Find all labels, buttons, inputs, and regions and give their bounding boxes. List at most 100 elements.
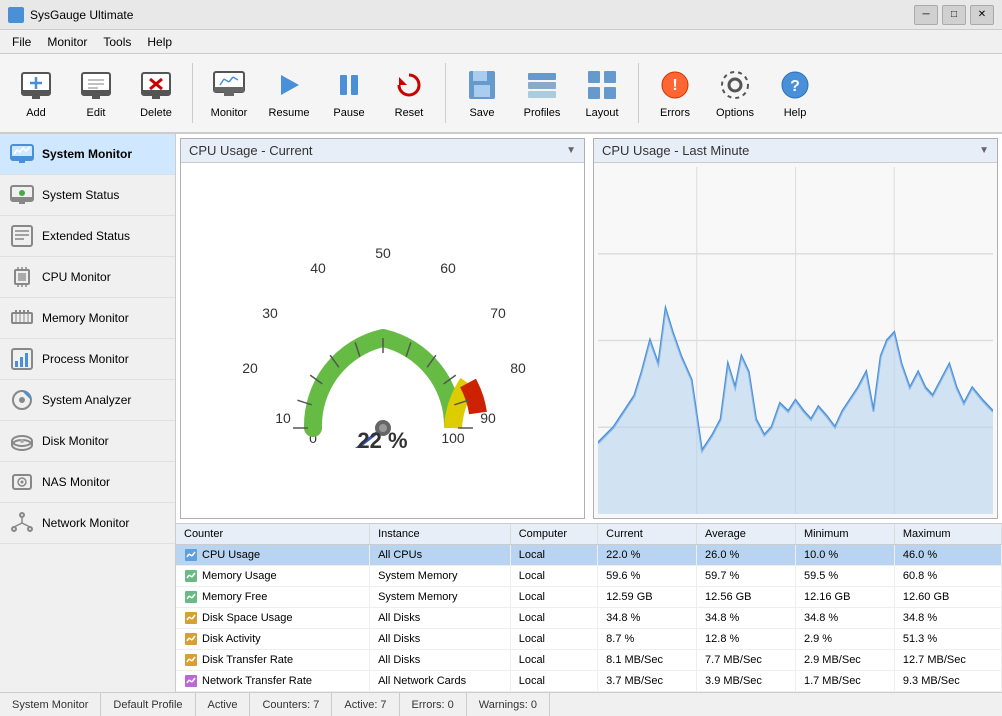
resume-button[interactable]: Resume — [261, 58, 317, 128]
svg-text:80: 80 — [510, 360, 526, 376]
table-row[interactable]: CPU Usage All CPUs Local 22.0 % 26.0 % 1… — [176, 545, 1002, 566]
sidebar-item-nas-monitor[interactable]: NAS Monitor — [0, 462, 175, 503]
sidebar-item-system-status[interactable]: System Status — [0, 175, 175, 216]
add-button[interactable]: Add — [8, 58, 64, 128]
cell-computer: Local — [510, 587, 597, 608]
panel-collapse-left[interactable]: ▼ — [566, 145, 576, 156]
gauge-wrapper: 50 60 70 80 90 100 40 30 20 10 0 — [228, 228, 538, 454]
row-icon — [184, 611, 198, 625]
sidebar-item-process-monitor[interactable]: Process Monitor — [0, 339, 175, 380]
svg-text:?: ? — [790, 78, 800, 95]
save-button[interactable]: Save — [454, 58, 510, 128]
table-row[interactable]: Memory Usage System Memory Local 59.6 % … — [176, 566, 1002, 587]
cell-minimum: 1.7 MB/Sec — [795, 671, 894, 692]
resume-icon — [271, 67, 307, 103]
svg-text:50: 50 — [375, 245, 391, 261]
maximize-button[interactable]: □ — [942, 5, 966, 25]
toolbar-sep-2 — [445, 63, 446, 123]
close-button[interactable]: ✕ — [970, 5, 994, 25]
cell-current: 59.6 % — [598, 566, 697, 587]
table-row[interactable]: Disk Space Usage All Disks Local 34.8 % … — [176, 608, 1002, 629]
cell-maximum: 12.60 GB — [894, 587, 1001, 608]
layout-icon — [584, 67, 620, 103]
cell-computer: Local — [510, 608, 597, 629]
minimize-button[interactable]: ─ — [914, 5, 938, 25]
sidebar-item-network-monitor[interactable]: Network Monitor — [0, 503, 175, 544]
cell-minimum: 2.9 % — [795, 629, 894, 650]
delete-label: Delete — [140, 107, 172, 119]
sidebar-item-label: System Analyzer — [42, 393, 131, 407]
panel-title-right: CPU Usage - Last Minute — [602, 143, 749, 158]
cpu-gauge-panel: CPU Usage - Current ▼ 50 60 70 80 90 100 — [180, 138, 585, 519]
status-active: Active — [196, 693, 251, 716]
cell-instance: All Disks — [370, 629, 511, 650]
sidebar-item-cpu-monitor[interactable]: CPU Monitor — [0, 257, 175, 298]
delete-button[interactable]: Delete — [128, 58, 184, 128]
cell-minimum: 2.9 MB/Sec — [795, 650, 894, 671]
chart-container — [594, 163, 997, 518]
panel-collapse-right[interactable]: ▼ — [979, 145, 989, 156]
cell-maximum: 9.3 MB/Sec — [894, 671, 1001, 692]
svg-text:60: 60 — [440, 260, 456, 276]
save-label: Save — [469, 107, 494, 119]
cell-average: 59.7 % — [697, 566, 796, 587]
data-table: Counter Instance Computer Current Averag… — [176, 524, 1002, 692]
sidebar-item-extended-status[interactable]: Extended Status — [0, 216, 175, 257]
cell-instance: All Disks — [370, 650, 511, 671]
edit-button[interactable]: Edit — [68, 58, 124, 128]
status-counters-label: Counters: 7 — [262, 699, 319, 711]
cell-maximum: 46.0 % — [894, 545, 1001, 566]
layout-button[interactable]: Layout — [574, 58, 630, 128]
help-button[interactable]: ? Help — [767, 58, 823, 128]
cell-computer: Local — [510, 545, 597, 566]
options-button[interactable]: Options — [707, 58, 763, 128]
table-row[interactable]: Disk Activity All Disks Local 8.7 % 12.8… — [176, 629, 1002, 650]
cpu-chart-panel: CPU Usage - Last Minute ▼ — [593, 138, 998, 519]
profiles-button[interactable]: Profiles — [514, 58, 570, 128]
svg-text:!: ! — [672, 77, 677, 94]
row-icon — [184, 548, 198, 562]
svg-text:100: 100 — [441, 430, 465, 446]
reset-label: Reset — [395, 107, 424, 119]
monitor-panels: CPU Usage - Current ▼ 50 60 70 80 90 100 — [176, 134, 1002, 523]
menu-file[interactable]: File — [4, 33, 39, 51]
table-row[interactable]: Disk Transfer Rate All Disks Local 8.1 M… — [176, 650, 1002, 671]
sidebar-item-memory-monitor[interactable]: Memory Monitor — [0, 298, 175, 339]
status-profile-label: Default Profile — [113, 699, 182, 711]
cell-current: 8.1 MB/Sec — [598, 650, 697, 671]
menu-help[interactable]: Help — [139, 33, 180, 51]
pause-button[interactable]: Pause — [321, 58, 377, 128]
gauge-container: 50 60 70 80 90 100 40 30 20 10 0 — [181, 163, 584, 518]
sidebar-item-system-monitor[interactable]: System Monitor — [0, 134, 175, 175]
table-row[interactable]: Network Transfer Rate All Network Cards … — [176, 671, 1002, 692]
svg-text:30: 30 — [262, 305, 278, 321]
toolbar: Add Edit Delete Monitor Resume Pause — [0, 54, 1002, 134]
cell-maximum: 51.3 % — [894, 629, 1001, 650]
cell-current: 8.7 % — [598, 629, 697, 650]
sidebar-item-disk-monitor[interactable]: Disk Monitor — [0, 421, 175, 462]
cell-counter: CPU Usage — [176, 545, 370, 566]
svg-text:10: 10 — [275, 410, 291, 426]
reset-button[interactable]: Reset — [381, 58, 437, 128]
status-warnings-label: Warnings: 0 — [479, 699, 537, 711]
menu-tools[interactable]: Tools — [95, 33, 139, 51]
cell-minimum: 59.5 % — [795, 566, 894, 587]
menu-monitor[interactable]: Monitor — [39, 33, 95, 51]
monitor-label: Monitor — [211, 107, 248, 119]
monitor-button[interactable]: Monitor — [201, 58, 257, 128]
sidebar-item-system-analyzer[interactable]: System Analyzer — [0, 380, 175, 421]
cell-current: 12.59 GB — [598, 587, 697, 608]
panel-header-right: CPU Usage - Last Minute ▼ — [594, 139, 997, 163]
col-current: Current — [598, 524, 697, 545]
cpu-monitor-icon — [10, 265, 34, 289]
toolbar-sep-1 — [192, 63, 193, 123]
extended-status-icon — [10, 224, 34, 248]
menu-bar: File Monitor Tools Help — [0, 30, 1002, 54]
sidebar-item-label: Network Monitor — [42, 516, 129, 530]
table-row[interactable]: Memory Free System Memory Local 12.59 GB… — [176, 587, 1002, 608]
system-status-icon — [10, 183, 34, 207]
nas-monitor-icon — [10, 470, 34, 494]
errors-button[interactable]: ! Errors — [647, 58, 703, 128]
profiles-icon — [524, 67, 560, 103]
options-label: Options — [716, 107, 754, 119]
